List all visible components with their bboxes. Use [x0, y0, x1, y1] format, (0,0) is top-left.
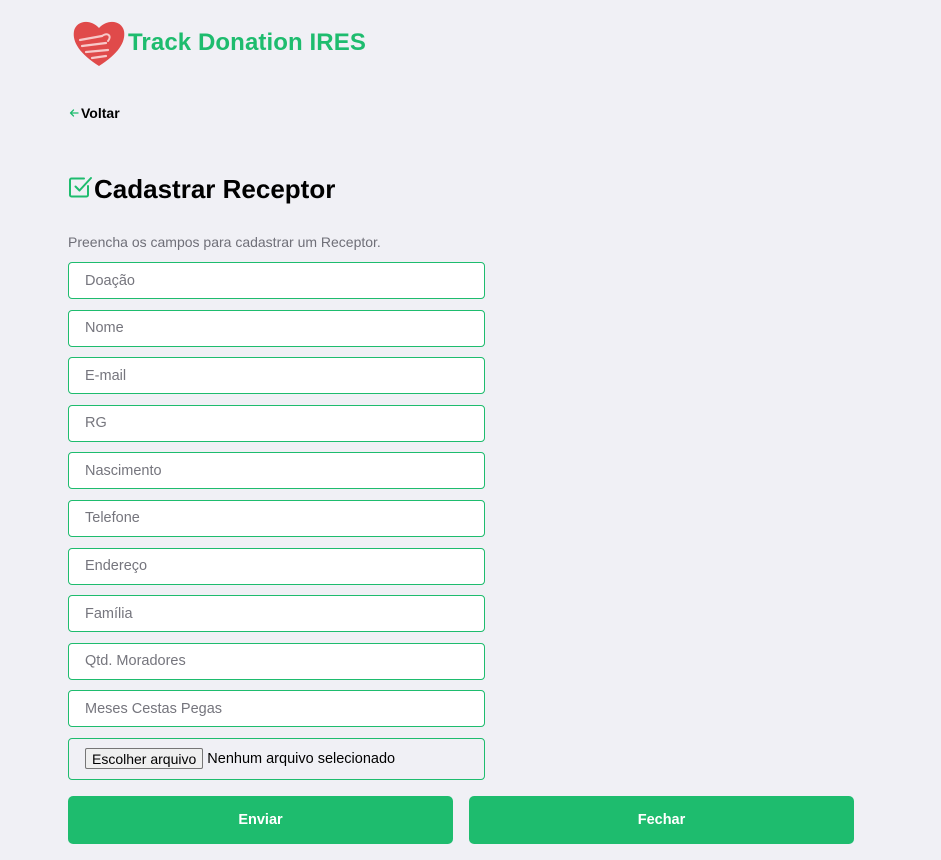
page-title-row: Cadastrar Receptor — [68, 174, 335, 205]
back-label: Voltar — [81, 105, 120, 121]
email-field[interactable] — [68, 357, 485, 395]
close-button[interactable]: Fechar — [469, 796, 854, 844]
checkbox-icon — [69, 177, 92, 198]
phone-field[interactable] — [68, 499, 485, 537]
receptor-form: Escolher arquivo Nenhum arquivo selecion… — [68, 262, 485, 780]
arrow-left-icon — [69, 109, 79, 117]
file-status-label: Nenhum arquivo selecionado — [207, 750, 396, 767]
family-field[interactable] — [68, 595, 485, 633]
back-link[interactable]: Voltar — [68, 105, 120, 121]
app-header: Track Donation IRES — [72, 16, 366, 70]
name-field[interactable] — [68, 309, 485, 347]
donation-field[interactable] — [68, 262, 485, 299]
page-title: Cadastrar Receptor — [94, 174, 336, 204]
address-field[interactable] — [68, 547, 485, 585]
file-upload-field: Escolher arquivo Nenhum arquivo selecion… — [68, 737, 485, 780]
rg-field[interactable] — [68, 404, 485, 442]
basket-months-field[interactable] — [68, 690, 485, 728]
residents-count-field[interactable] — [68, 642, 485, 680]
page-subtitle: Preencha os campos para cadastrar um Rec… — [68, 234, 381, 250]
birthdate-field[interactable] — [68, 452, 485, 490]
submit-button[interactable]: Enviar — [68, 796, 453, 844]
choose-file-button[interactable]: Escolher arquivo — [85, 748, 204, 770]
heart-hand-icon — [73, 21, 125, 66]
app-title: Track Donation IRES — [128, 29, 366, 56]
